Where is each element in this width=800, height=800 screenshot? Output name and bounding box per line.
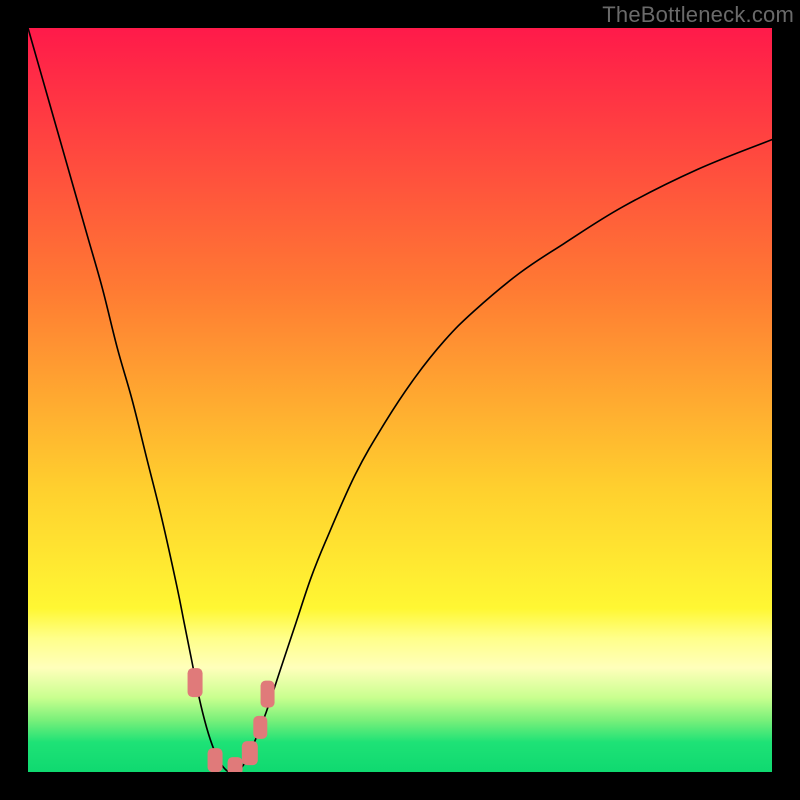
curve-marker [227, 757, 242, 772]
chart-frame: TheBottleneck.com [0, 0, 800, 800]
curve-marker [260, 680, 275, 707]
curve-marker [242, 741, 258, 765]
curve-marker [253, 716, 266, 738]
plot-area [28, 28, 772, 772]
marker-layer [28, 28, 772, 772]
curve-marker [188, 668, 203, 698]
curve-marker [208, 748, 223, 772]
watermark-text: TheBottleneck.com [602, 2, 794, 28]
